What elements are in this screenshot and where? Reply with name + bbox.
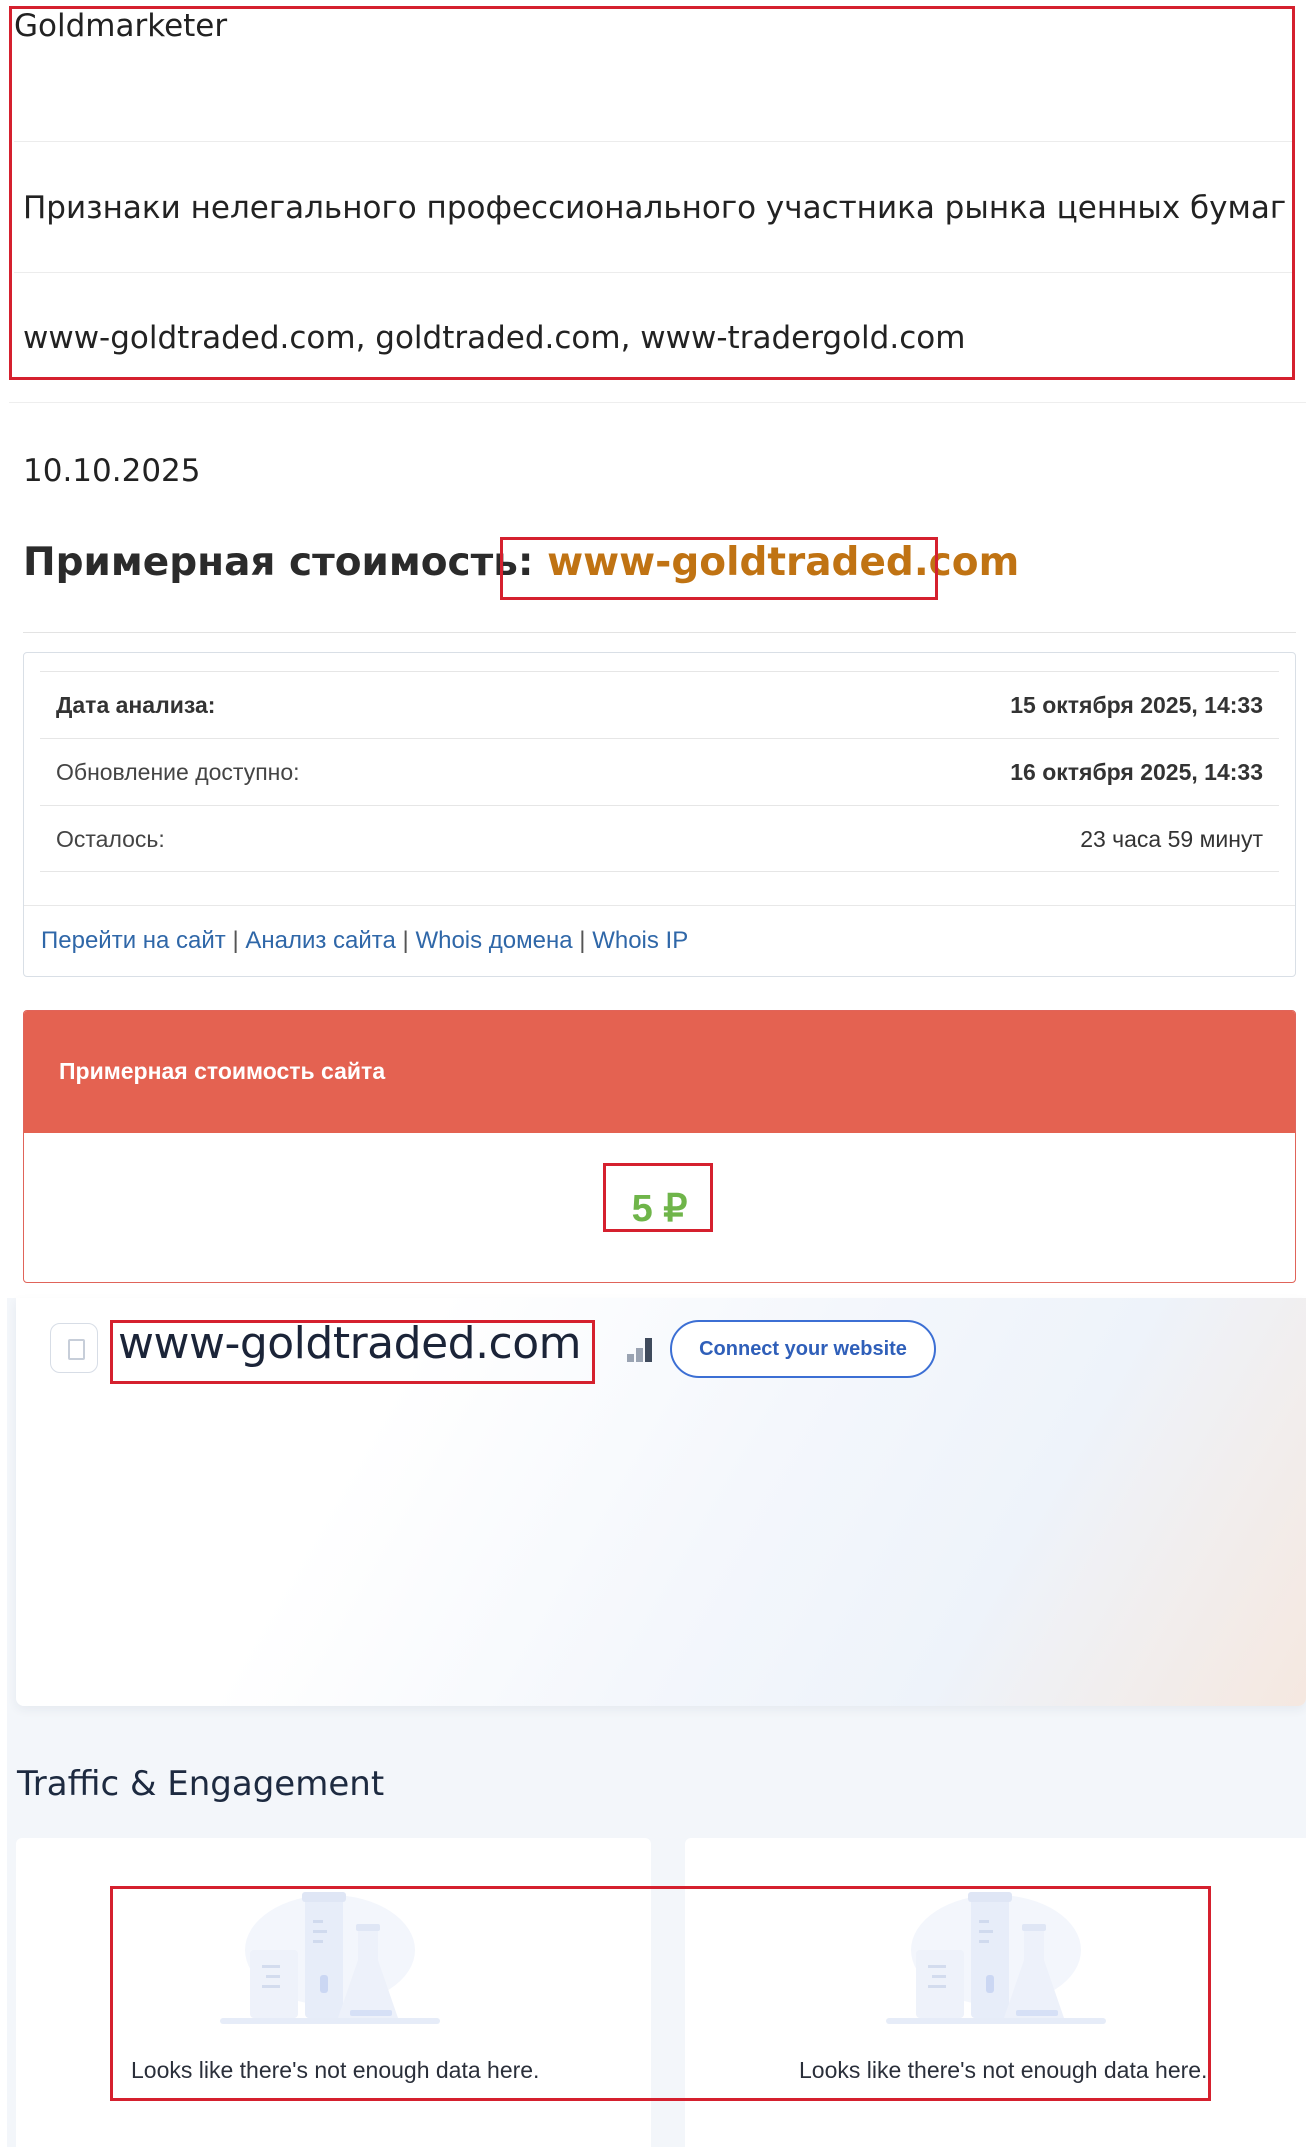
update-available-value: 16 октября 2025, 14:33 — [1010, 759, 1263, 785]
site-cost-card: Примерная стоимость сайта 5 ₽ — [23, 1010, 1296, 1283]
site-favicon-icon — [50, 1323, 98, 1373]
link-whois-ip[interactable]: Whois IP — [592, 927, 688, 954]
highlight-box-top-info — [9, 6, 1295, 380]
table-row: Дата анализа: 15 октября 2025, 14:33 — [40, 671, 1279, 738]
site-cost-header: Примерная стоимость сайта — [24, 1011, 1295, 1133]
site-links: Перейти на сайт | Анализ сайта | Whois д… — [41, 927, 688, 955]
analysis-date-value: 15 октября 2025, 14:33 — [1010, 692, 1263, 718]
divider — [9, 402, 1306, 403]
link-site-analysis[interactable]: Анализ сайта — [245, 927, 396, 954]
table-row: Обновление доступно: 16 октября 2025, 14… — [40, 738, 1279, 805]
page-title-prefix: Примерная стоимость: — [23, 540, 534, 585]
rank-icon[interactable] — [627, 1338, 653, 1362]
highlight-box-cost — [603, 1163, 713, 1232]
divider — [23, 632, 1296, 633]
time-left-label: Осталось: — [56, 826, 165, 852]
divider — [24, 905, 1295, 906]
connect-website-button[interactable]: Connect your website — [670, 1320, 936, 1378]
update-available-label: Обновление доступно: — [56, 759, 300, 785]
time-left-value: 23 часа 59 минут — [1080, 826, 1263, 852]
highlight-box-sw-domain — [110, 1320, 595, 1384]
link-separator: | — [402, 927, 409, 954]
page-date: 10.10.2025 — [23, 453, 201, 489]
table-row: Осталось: 23 часа 59 минут — [40, 805, 1279, 872]
site-cost-title: Примерная стоимость сайта — [59, 1058, 386, 1084]
link-whois-domain[interactable]: Whois домена — [415, 927, 572, 954]
highlight-box-empty-data — [110, 1886, 1211, 2101]
link-go-to-site[interactable]: Перейти на сайт — [41, 927, 226, 954]
link-separator: | — [579, 927, 586, 954]
analysis-date-label: Дата анализа: — [56, 692, 216, 718]
traffic-engagement-title: Traffic & Engagement — [17, 1764, 385, 1804]
link-separator: | — [232, 927, 239, 954]
highlight-box-title-domain — [500, 537, 938, 600]
